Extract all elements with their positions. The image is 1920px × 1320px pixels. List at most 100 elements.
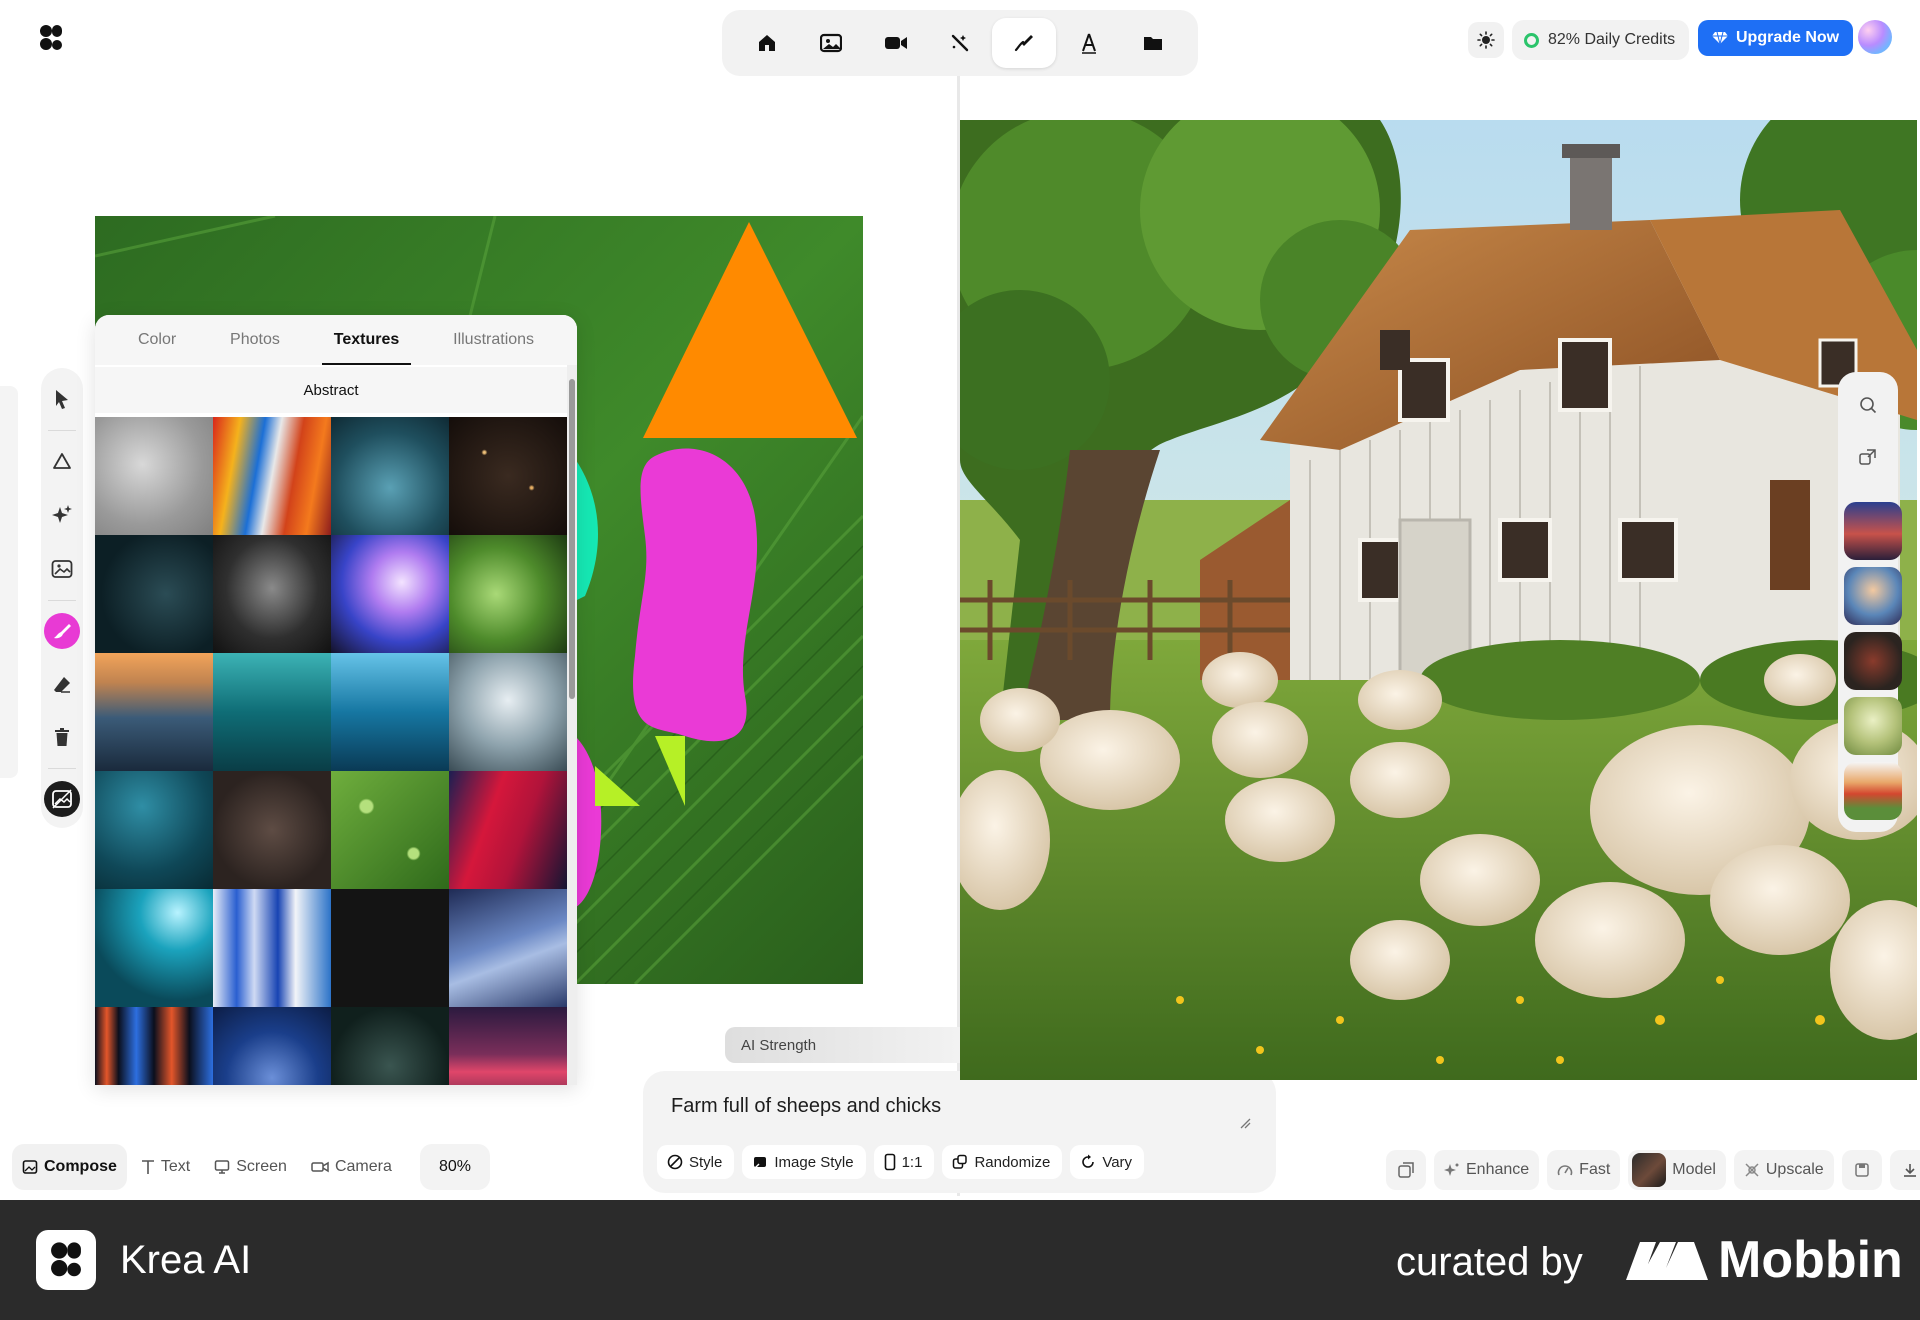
- history-thumbnail[interactable]: [1844, 567, 1902, 625]
- camera-icon: [311, 1161, 329, 1173]
- texture-tile[interactable]: [95, 771, 213, 889]
- texture-tile[interactable]: [95, 889, 213, 1007]
- upscale-button[interactable]: Upscale: [1733, 1150, 1834, 1190]
- select-tool-button[interactable]: [41, 378, 83, 420]
- texture-tile[interactable]: [331, 653, 449, 771]
- panel-scroll-thumb[interactable]: [569, 379, 575, 699]
- enhance-tool-button[interactable]: [928, 18, 992, 68]
- image-style-button[interactable]: Image Style: [742, 1145, 866, 1179]
- footer-curated-by: curated by: [1396, 1240, 1583, 1284]
- panel-scrollbar[interactable]: [567, 365, 577, 1085]
- speedometer-icon: [1557, 1165, 1573, 1176]
- background-image-button[interactable]: [41, 778, 83, 820]
- zoom-level[interactable]: 80%: [420, 1144, 490, 1190]
- realtime-draw-button[interactable]: [992, 18, 1057, 68]
- tab-textures[interactable]: Textures: [321, 315, 411, 365]
- history-thumbnail[interactable]: [1844, 697, 1902, 755]
- tab-illustrations[interactable]: Illustrations: [453, 315, 534, 365]
- text-tool-button[interactable]: [1057, 18, 1121, 68]
- enhance-button[interactable]: Enhance: [1434, 1150, 1540, 1190]
- delete-button[interactable]: [41, 716, 83, 758]
- texture-tile[interactable]: [449, 653, 567, 771]
- fast-mode-button[interactable]: Fast: [1547, 1150, 1621, 1190]
- download-button[interactable]: [1889, 1150, 1920, 1190]
- right-history-rail: [1838, 372, 1902, 832]
- download-icon: [1903, 1164, 1916, 1177]
- dice-icon: [953, 1154, 968, 1169]
- texture-tile[interactable]: [331, 771, 449, 889]
- image-upload-button[interactable]: [41, 548, 83, 590]
- randomize-button[interactable]: Randomize: [942, 1145, 1063, 1179]
- texture-tile[interactable]: [449, 889, 567, 1007]
- model-selector-button[interactable]: Model: [1628, 1150, 1726, 1190]
- ai-sparkle-button[interactable]: [41, 494, 83, 536]
- texture-panel-tabs: Color Photos Textures Illustrations: [95, 315, 577, 365]
- texture-tile[interactable]: [95, 417, 213, 535]
- history-thumbnail[interactable]: [1844, 502, 1902, 560]
- history-thumbnail[interactable]: [1844, 632, 1902, 690]
- texture-tile[interactable]: [213, 889, 331, 1007]
- zoom-search-button[interactable]: [1847, 384, 1889, 426]
- upgrade-label: Upgrade Now: [1736, 29, 1840, 46]
- texture-tile[interactable]: [331, 417, 449, 535]
- history-thumbnail[interactable]: [1844, 762, 1902, 820]
- texture-tile[interactable]: [213, 653, 331, 771]
- tab-photos[interactable]: Photos: [230, 315, 280, 365]
- home-button[interactable]: [735, 18, 799, 68]
- generated-image[interactable]: [960, 120, 1917, 1080]
- aspect-ratio-button[interactable]: 1:1: [873, 1145, 935, 1179]
- panel-edge-handle[interactable]: [0, 386, 18, 778]
- prompt-input[interactable]: Farm full of sheeps and chicks: [671, 1095, 941, 1118]
- save-button[interactable]: [1841, 1150, 1882, 1190]
- aspect-ratio-label: 1:1: [901, 1153, 923, 1171]
- assets-folder-button[interactable]: [1121, 18, 1185, 68]
- texture-tile[interactable]: [213, 417, 331, 535]
- fast-label: Fast: [1579, 1161, 1611, 1178]
- compare-button[interactable]: [1386, 1150, 1426, 1190]
- texture-tile[interactable]: [449, 1007, 567, 1085]
- model-label: Model: [1672, 1161, 1716, 1178]
- style-button[interactable]: Style: [657, 1145, 735, 1179]
- texture-tile[interactable]: [331, 535, 449, 653]
- eraser-tool-button[interactable]: [41, 664, 83, 706]
- texture-tile[interactable]: [213, 1007, 331, 1085]
- shape-tool-button[interactable]: [41, 440, 83, 482]
- mode-camera[interactable]: Camera: [301, 1144, 402, 1190]
- texture-tile[interactable]: [331, 1007, 449, 1085]
- texture-tile[interactable]: [331, 889, 449, 1007]
- magenta-blob-shape[interactable]: [633, 448, 758, 742]
- image-tool-button[interactable]: [799, 18, 863, 68]
- model-avatar: [1632, 1153, 1667, 1187]
- texture-tile[interactable]: [449, 417, 567, 535]
- mode-text[interactable]: Text: [131, 1144, 200, 1190]
- folder-icon: [1143, 37, 1162, 50]
- image-icon: [820, 33, 843, 53]
- texture-tile[interactable]: [95, 535, 213, 653]
- link-share-button[interactable]: [1847, 436, 1889, 478]
- theme-toggle-button[interactable]: [1468, 22, 1504, 58]
- brush-color-swatch-icon: [44, 613, 80, 649]
- resize-handle-icon[interactable]: [1239, 1117, 1251, 1129]
- vary-button[interactable]: Vary: [1070, 1145, 1145, 1179]
- texture-tile[interactable]: [95, 1007, 213, 1085]
- texture-tile[interactable]: [95, 653, 213, 771]
- credits-label: 82% Daily Credits: [1548, 31, 1676, 48]
- sun-icon: [1477, 31, 1495, 49]
- eraser-icon: [54, 677, 70, 693]
- texture-tile[interactable]: [449, 771, 567, 889]
- tab-color[interactable]: Color: [138, 315, 176, 365]
- enhance-sparkle-icon: [1444, 1163, 1459, 1176]
- mode-screen[interactable]: Screen: [204, 1144, 297, 1190]
- refresh-icon: [1082, 1154, 1095, 1168]
- krea-logo-icon[interactable]: [38, 24, 64, 52]
- video-tool-button[interactable]: [864, 18, 928, 68]
- daily-credits-indicator[interactable]: 82% Daily Credits: [1512, 20, 1690, 60]
- texture-tile[interactable]: [449, 535, 567, 653]
- mode-compose[interactable]: Compose: [12, 1144, 127, 1190]
- brush-color-button[interactable]: [41, 610, 83, 652]
- text-icon: [141, 1160, 154, 1174]
- upgrade-button[interactable]: Upgrade Now: [1698, 20, 1854, 56]
- user-avatar[interactable]: [1858, 20, 1892, 54]
- texture-tile[interactable]: [213, 535, 331, 653]
- texture-tile[interactable]: [213, 771, 331, 889]
